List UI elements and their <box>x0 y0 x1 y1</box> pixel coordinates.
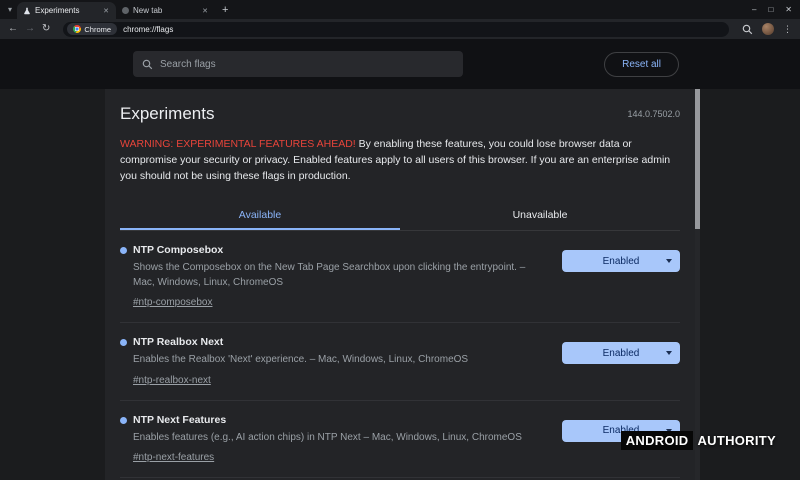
flags-column: Experiments 144.0.7502.0 WARNING: EXPERI… <box>105 89 695 480</box>
flag-row: NTP Composebox Shows the Composebox on t… <box>120 231 680 323</box>
chrome-chip: Chrome <box>67 23 117 35</box>
flags-tabs: Available Unavailable <box>120 201 680 231</box>
scrollbar[interactable] <box>695 89 700 480</box>
scrollbar-thumb[interactable] <box>695 89 700 229</box>
toolbar-right: ⋮ <box>742 23 792 35</box>
tab-title: Experiments <box>35 6 98 15</box>
flag-select-value: Enabled <box>603 348 640 359</box>
flag-text: NTP Composebox Shows the Composebox on t… <box>133 244 533 310</box>
flags-header-band: Reset all <box>0 39 800 89</box>
search-flags-box[interactable] <box>133 51 463 77</box>
maximize-button[interactable]: □ <box>768 5 773 14</box>
watermark-authority: AUTHORITY <box>697 433 776 448</box>
flag-description: Enables the Realbox 'Next' experience. –… <box>133 353 533 368</box>
watermark-android: ANDROID <box>621 431 694 450</box>
experiments-warning: WARNING: EXPERIMENTAL FEATURES AHEAD! By… <box>120 137 680 184</box>
chrome-logo-icon <box>73 25 81 33</box>
android-authority-watermark: ANDROID AUTHORITY <box>621 431 776 450</box>
minimize-button[interactable]: – <box>752 5 756 14</box>
new-tab-button[interactable]: + <box>215 4 235 16</box>
flag-info: NTP Composebox Shows the Composebox on t… <box>120 244 533 310</box>
flag-text: NTP Realbox Next Enables the Realbox 'Ne… <box>133 336 533 388</box>
reset-all-button[interactable]: Reset all <box>604 52 679 77</box>
flag-row: NTP Realbox Next Enables the Realbox 'Ne… <box>120 323 680 401</box>
reload-button[interactable]: ↻ <box>42 24 50 34</box>
back-button[interactable]: ← <box>8 24 18 34</box>
page-favicon <box>122 7 129 14</box>
flag-select-dropdown[interactable]: Enabled <box>562 342 680 364</box>
page-title: Experiments <box>120 104 214 124</box>
flask-icon <box>23 7 31 15</box>
chevron-down-icon <box>666 259 672 263</box>
tab-strip: ▾ Experiments ✕ New tab ✕ + – □ ✕ <box>0 0 800 19</box>
search-flags-input[interactable] <box>160 59 454 70</box>
flag-modified-dot-icon <box>120 339 127 346</box>
flag-description: Enables features (e.g., AI action chips)… <box>133 431 533 446</box>
browser-toolbar: ← → ↻ Chrome chrome://flags ⋮ <box>0 19 800 39</box>
flag-info: NTP Next Features Enables features (e.g.… <box>120 414 533 466</box>
address-url: chrome://flags <box>123 25 173 34</box>
forward-button[interactable]: → <box>25 24 35 34</box>
profile-avatar[interactable] <box>762 23 774 35</box>
chip-label: Chrome <box>84 25 111 34</box>
flag-modified-dot-icon <box>120 247 127 254</box>
flag-row: NTP Next Features Enables features (e.g.… <box>120 401 680 479</box>
tab-new-tab[interactable]: New tab ✕ <box>116 2 215 19</box>
flag-name: NTP Realbox Next <box>133 336 533 348</box>
search-icon <box>142 59 153 70</box>
flag-permalink[interactable]: #ntp-composebox <box>133 297 213 308</box>
tab-experiments[interactable]: Experiments ✕ <box>17 2 116 19</box>
zoom-icon[interactable] <box>742 24 753 35</box>
window-close-button[interactable]: ✕ <box>785 5 792 14</box>
flag-name: NTP Composebox <box>133 244 533 256</box>
flag-select-dropdown[interactable]: Enabled <box>562 250 680 272</box>
title-row: Experiments 144.0.7502.0 <box>120 104 680 124</box>
flag-text: NTP Next Features Enables features (e.g.… <box>133 414 533 466</box>
flag-modified-dot-icon <box>120 417 127 424</box>
warning-strong: WARNING: EXPERIMENTAL FEATURES AHEAD! <box>120 138 356 150</box>
flag-permalink[interactable]: #ntp-realbox-next <box>133 375 211 386</box>
flag-info: NTP Realbox Next Enables the Realbox 'Ne… <box>120 336 533 388</box>
version-label: 144.0.7502.0 <box>627 109 680 119</box>
menu-kebab-icon[interactable]: ⋮ <box>783 24 792 35</box>
tab-search-icon[interactable]: ▾ <box>3 5 17 14</box>
tab-unavailable[interactable]: Unavailable <box>400 201 680 230</box>
chevron-down-icon <box>666 351 672 355</box>
flag-name: NTP Next Features <box>133 414 533 426</box>
tab-close-icon[interactable]: ✕ <box>201 6 209 16</box>
tab-close-icon[interactable]: ✕ <box>102 6 110 16</box>
flag-permalink[interactable]: #ntp-next-features <box>133 452 214 463</box>
flag-select-value: Enabled <box>603 256 640 267</box>
window-controls: – □ ✕ <box>752 0 792 19</box>
page-content: Experiments 144.0.7502.0 WARNING: EXPERI… <box>0 89 800 480</box>
flag-description: Shows the Composebox on the New Tab Page… <box>133 261 533 290</box>
omnibox[interactable]: Chrome chrome://flags <box>63 22 729 37</box>
tab-title: New tab <box>133 6 197 15</box>
tab-available[interactable]: Available <box>120 201 400 230</box>
